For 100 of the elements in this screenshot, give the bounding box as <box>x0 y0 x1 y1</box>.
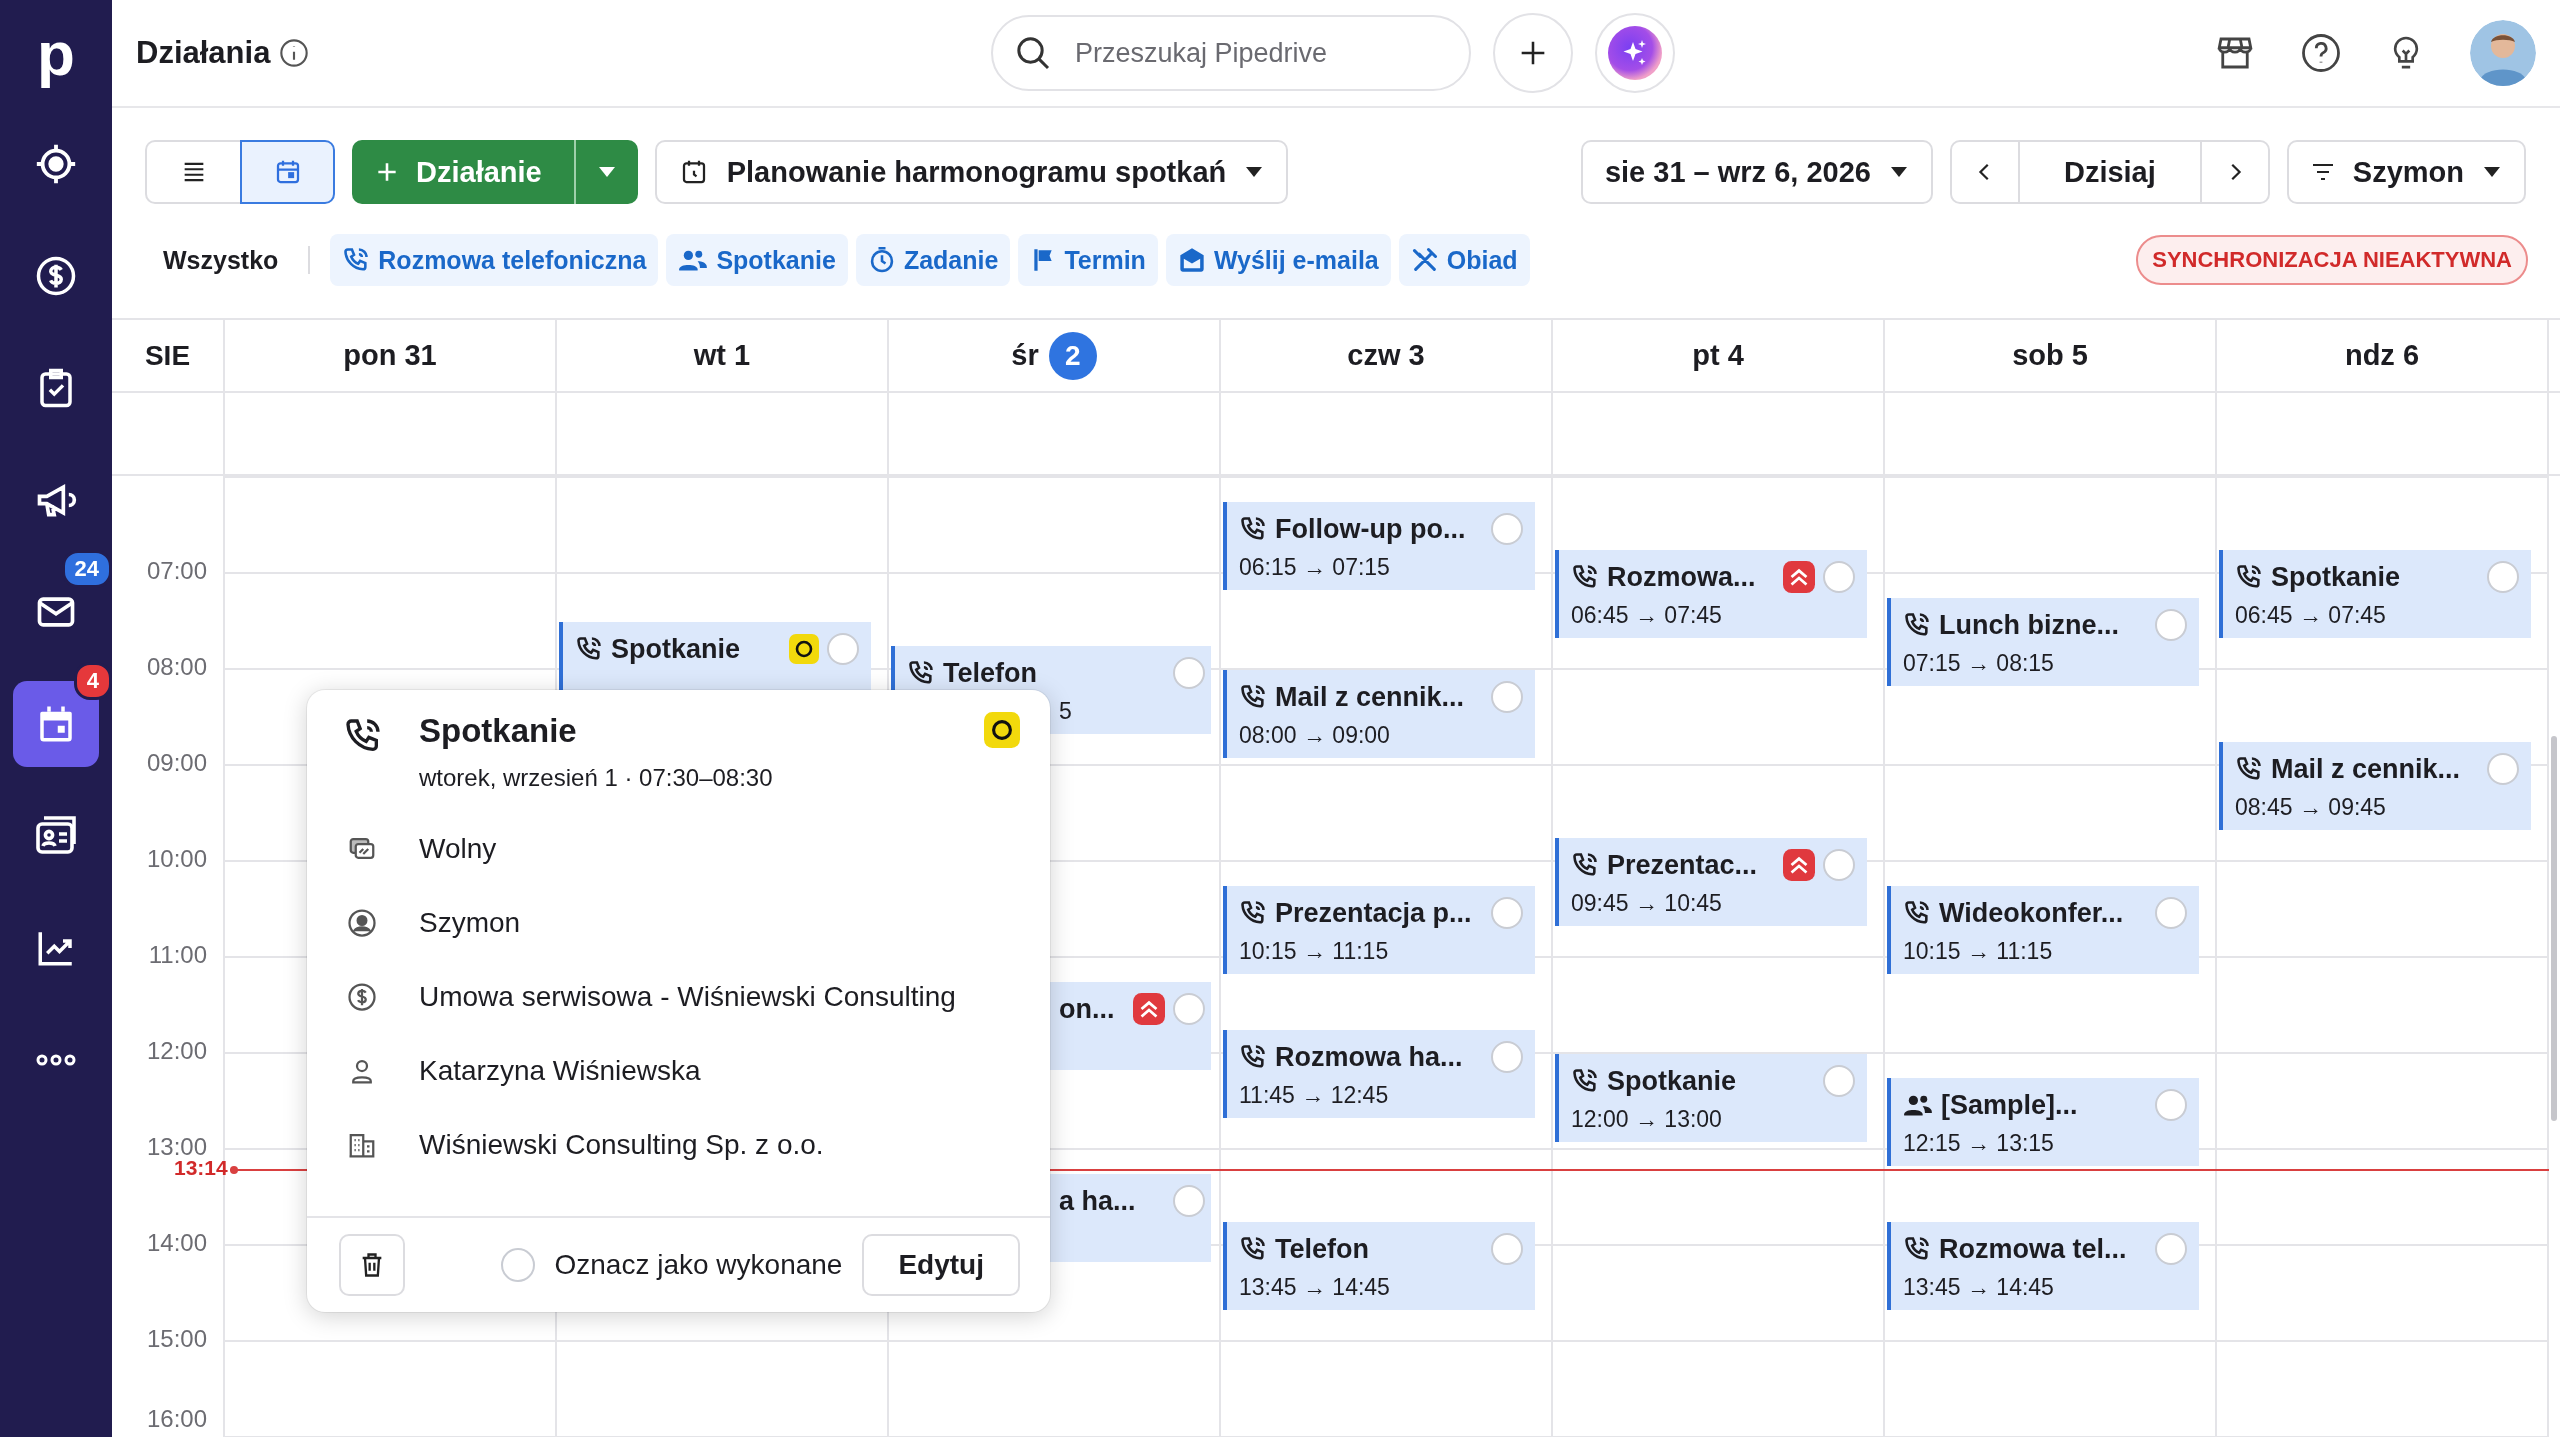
calendar-event[interactable]: Rozmowa... 06:45 → 07:45 <box>1555 550 1867 638</box>
calendar-event[interactable]: Telefon 13:45 → 14:45 <box>1223 1222 1535 1310</box>
edit-button[interactable]: Edytuj <box>862 1234 1020 1296</box>
done-checkbox[interactable] <box>1491 897 1523 929</box>
event-title: Prezentac... <box>1607 849 1758 881</box>
event-time: 08:00 → 09:00 <box>1239 722 1391 749</box>
done-checkbox[interactable] <box>1173 657 1205 689</box>
done-checkbox[interactable] <box>1823 849 1855 881</box>
done-checkbox[interactable] <box>2487 561 2519 593</box>
event-title: Rozmowa ha... <box>1275 1041 1463 1073</box>
done-checkbox[interactable] <box>1823 1065 1855 1097</box>
activity-type-filter[interactable]: Spotkanie <box>666 234 848 286</box>
done-checkbox[interactable] <box>2155 1233 2187 1265</box>
calendar-event[interactable]: Lunch bizne... 07:15 → 08:15 <box>1887 598 2199 686</box>
event-title: Prezentacja p... <box>1275 897 1472 929</box>
app-logo[interactable]: p <box>0 0 112 108</box>
info-icon[interactable] <box>278 37 311 69</box>
search-field[interactable]: Przeszukaj Pipedrive <box>991 15 1471 91</box>
popup-detail: Wolny <box>419 833 497 865</box>
event-title: Lunch bizne... <box>1939 609 2119 641</box>
calendar-event[interactable]: Mail z cennik... 08:45 → 09:45 <box>2219 742 2531 830</box>
calendar-event[interactable]: Wideokonfer... 10:15 → 11:15 <box>1887 886 2199 974</box>
day-header: śr <box>1011 339 1039 372</box>
dollar-icon <box>35 255 77 297</box>
mark-done-checkbox[interactable] <box>500 1248 535 1282</box>
calendar-event[interactable]: Prezentacja p... 10:15 → 11:15 <box>1223 886 1535 974</box>
event-time: 5 <box>1058 698 1073 725</box>
event-title: Telefon <box>1275 1233 1369 1265</box>
done-checkbox[interactable] <box>1823 561 1855 593</box>
day-header: czw 3 <box>1347 339 1425 372</box>
activity-type-filter[interactable]: Rozmowa telefoniczna <box>330 234 659 286</box>
calendar-event[interactable]: Spotkanie 12:00 → 13:00 <box>1555 1054 1867 1142</box>
calendar-event[interactable]: Rozmowa ha... 11:45 → 12:45 <box>1223 1030 1535 1118</box>
done-checkbox[interactable] <box>2487 753 2519 785</box>
sync-status-badge[interactable]: SYNCHRONIZACJA NIEAKTYWNA <box>2136 235 2528 285</box>
done-checkbox[interactable] <box>2155 1089 2187 1121</box>
scrollbar[interactable] <box>2551 736 2557 1121</box>
event-time: 12:00 → 13:00 <box>1571 1106 1723 1133</box>
activity-type-filter[interactable]: Obiad <box>1398 234 1530 286</box>
hour-label: 09:00 <box>146 749 207 777</box>
phone-icon <box>342 246 371 274</box>
event-time: 06:15 → 07:15 <box>1239 554 1391 581</box>
view-toggle[interactable] <box>240 140 335 204</box>
more-icon <box>35 1054 77 1066</box>
done-checkbox[interactable] <box>1491 1041 1523 1073</box>
hour-label: 12:00 <box>146 1037 207 1065</box>
event-title: Mail z cennik... <box>1275 681 1465 713</box>
add-activity-button[interactable]: Działanie <box>352 140 574 204</box>
calendar-event[interactable]: Follow-up po... 06:15 → 07:15 <box>1223 502 1535 590</box>
phone-icon <box>1239 1235 1267 1263</box>
day-header: wt 1 <box>693 339 751 372</box>
delete-button[interactable] <box>339 1234 405 1296</box>
hour-label: 07:00 <box>146 557 207 585</box>
calendar-event[interactable]: Spotkanie 06:45 → 07:45 <box>2219 550 2531 638</box>
event-time: 12:15 → 13:15 <box>1903 1130 2055 1157</box>
event-time: 06:45 → 07:45 <box>1571 602 1723 629</box>
today-button[interactable]: Dzisiaj <box>2017 142 2202 202</box>
hour-label: 15:00 <box>146 1325 207 1353</box>
help-icon[interactable] <box>2300 32 2342 74</box>
mark-done-label[interactable]: Oznacz jako wykonane <box>554 1249 843 1281</box>
date-range-dropdown[interactable]: sie 31 – wrz 6, 2026 <box>1580 140 1933 204</box>
event-title: Rozmowa... <box>1607 561 1756 593</box>
notification-badge: 4 <box>73 662 112 700</box>
done-checkbox[interactable] <box>1491 513 1523 545</box>
done-checkbox[interactable] <box>2155 609 2187 641</box>
event-title: Telefon <box>943 657 1037 689</box>
filter-icon <box>2310 162 2335 182</box>
calendar-event[interactable]: Prezentac... 09:45 → 10:45 <box>1555 838 1867 926</box>
done-checkbox[interactable] <box>1173 1185 1205 1217</box>
event-time: 08:45 → 09:45 <box>2235 794 2387 821</box>
filter-dropdown[interactable]: Planowanie harmonogramu spotkań <box>654 140 1289 204</box>
phone-icon <box>1903 611 1931 639</box>
calendar-event[interactable]: Mail z cennik... 08:00 → 09:00 <box>1223 670 1535 758</box>
phone-icon <box>1239 683 1267 711</box>
done-checkbox[interactable] <box>1491 1233 1523 1265</box>
calendar-event[interactable]: Rozmowa tel... 13:45 → 14:45 <box>1887 1222 2199 1310</box>
add-options-button[interactable] <box>573 140 638 204</box>
activity-type-filter[interactable]: Zadanie <box>855 234 1011 286</box>
user-filter-dropdown[interactable]: Szymon <box>2286 140 2526 204</box>
activity-type-filter[interactable]: Wyślij e-maila <box>1165 234 1391 286</box>
envelope-icon <box>1177 246 1206 274</box>
user-avatar[interactable] <box>2470 20 2536 86</box>
event-title: Mail z cennik... <box>2271 753 2461 785</box>
phone-icon <box>575 635 603 663</box>
event-time: 13:45 → 14:45 <box>1239 1274 1391 1301</box>
day-header: sob 5 <box>2012 339 2088 372</box>
phone-icon <box>1903 899 1931 927</box>
popup-detail: Katarzyna Wiśniewska <box>419 1055 701 1087</box>
user-circle-icon <box>347 908 377 938</box>
done-checkbox[interactable] <box>2155 897 2187 929</box>
phone-icon <box>1571 851 1599 879</box>
done-checkbox[interactable] <box>1491 681 1523 713</box>
event-time: 06:45 → 07:45 <box>2235 602 2387 629</box>
done-checkbox[interactable] <box>1173 993 1205 1025</box>
calendar-event[interactable]: [Sample]... 12:15 → 13:15 <box>1887 1078 2199 1166</box>
done-checkbox[interactable] <box>827 633 859 665</box>
phone-icon <box>907 659 935 687</box>
popup-date: wtorek, wrzesień 1 · 07:30–08:30 <box>419 764 774 792</box>
day-header: pt 4 <box>1692 339 1744 372</box>
activity-type-filter[interactable]: Termin <box>1018 234 1158 286</box>
